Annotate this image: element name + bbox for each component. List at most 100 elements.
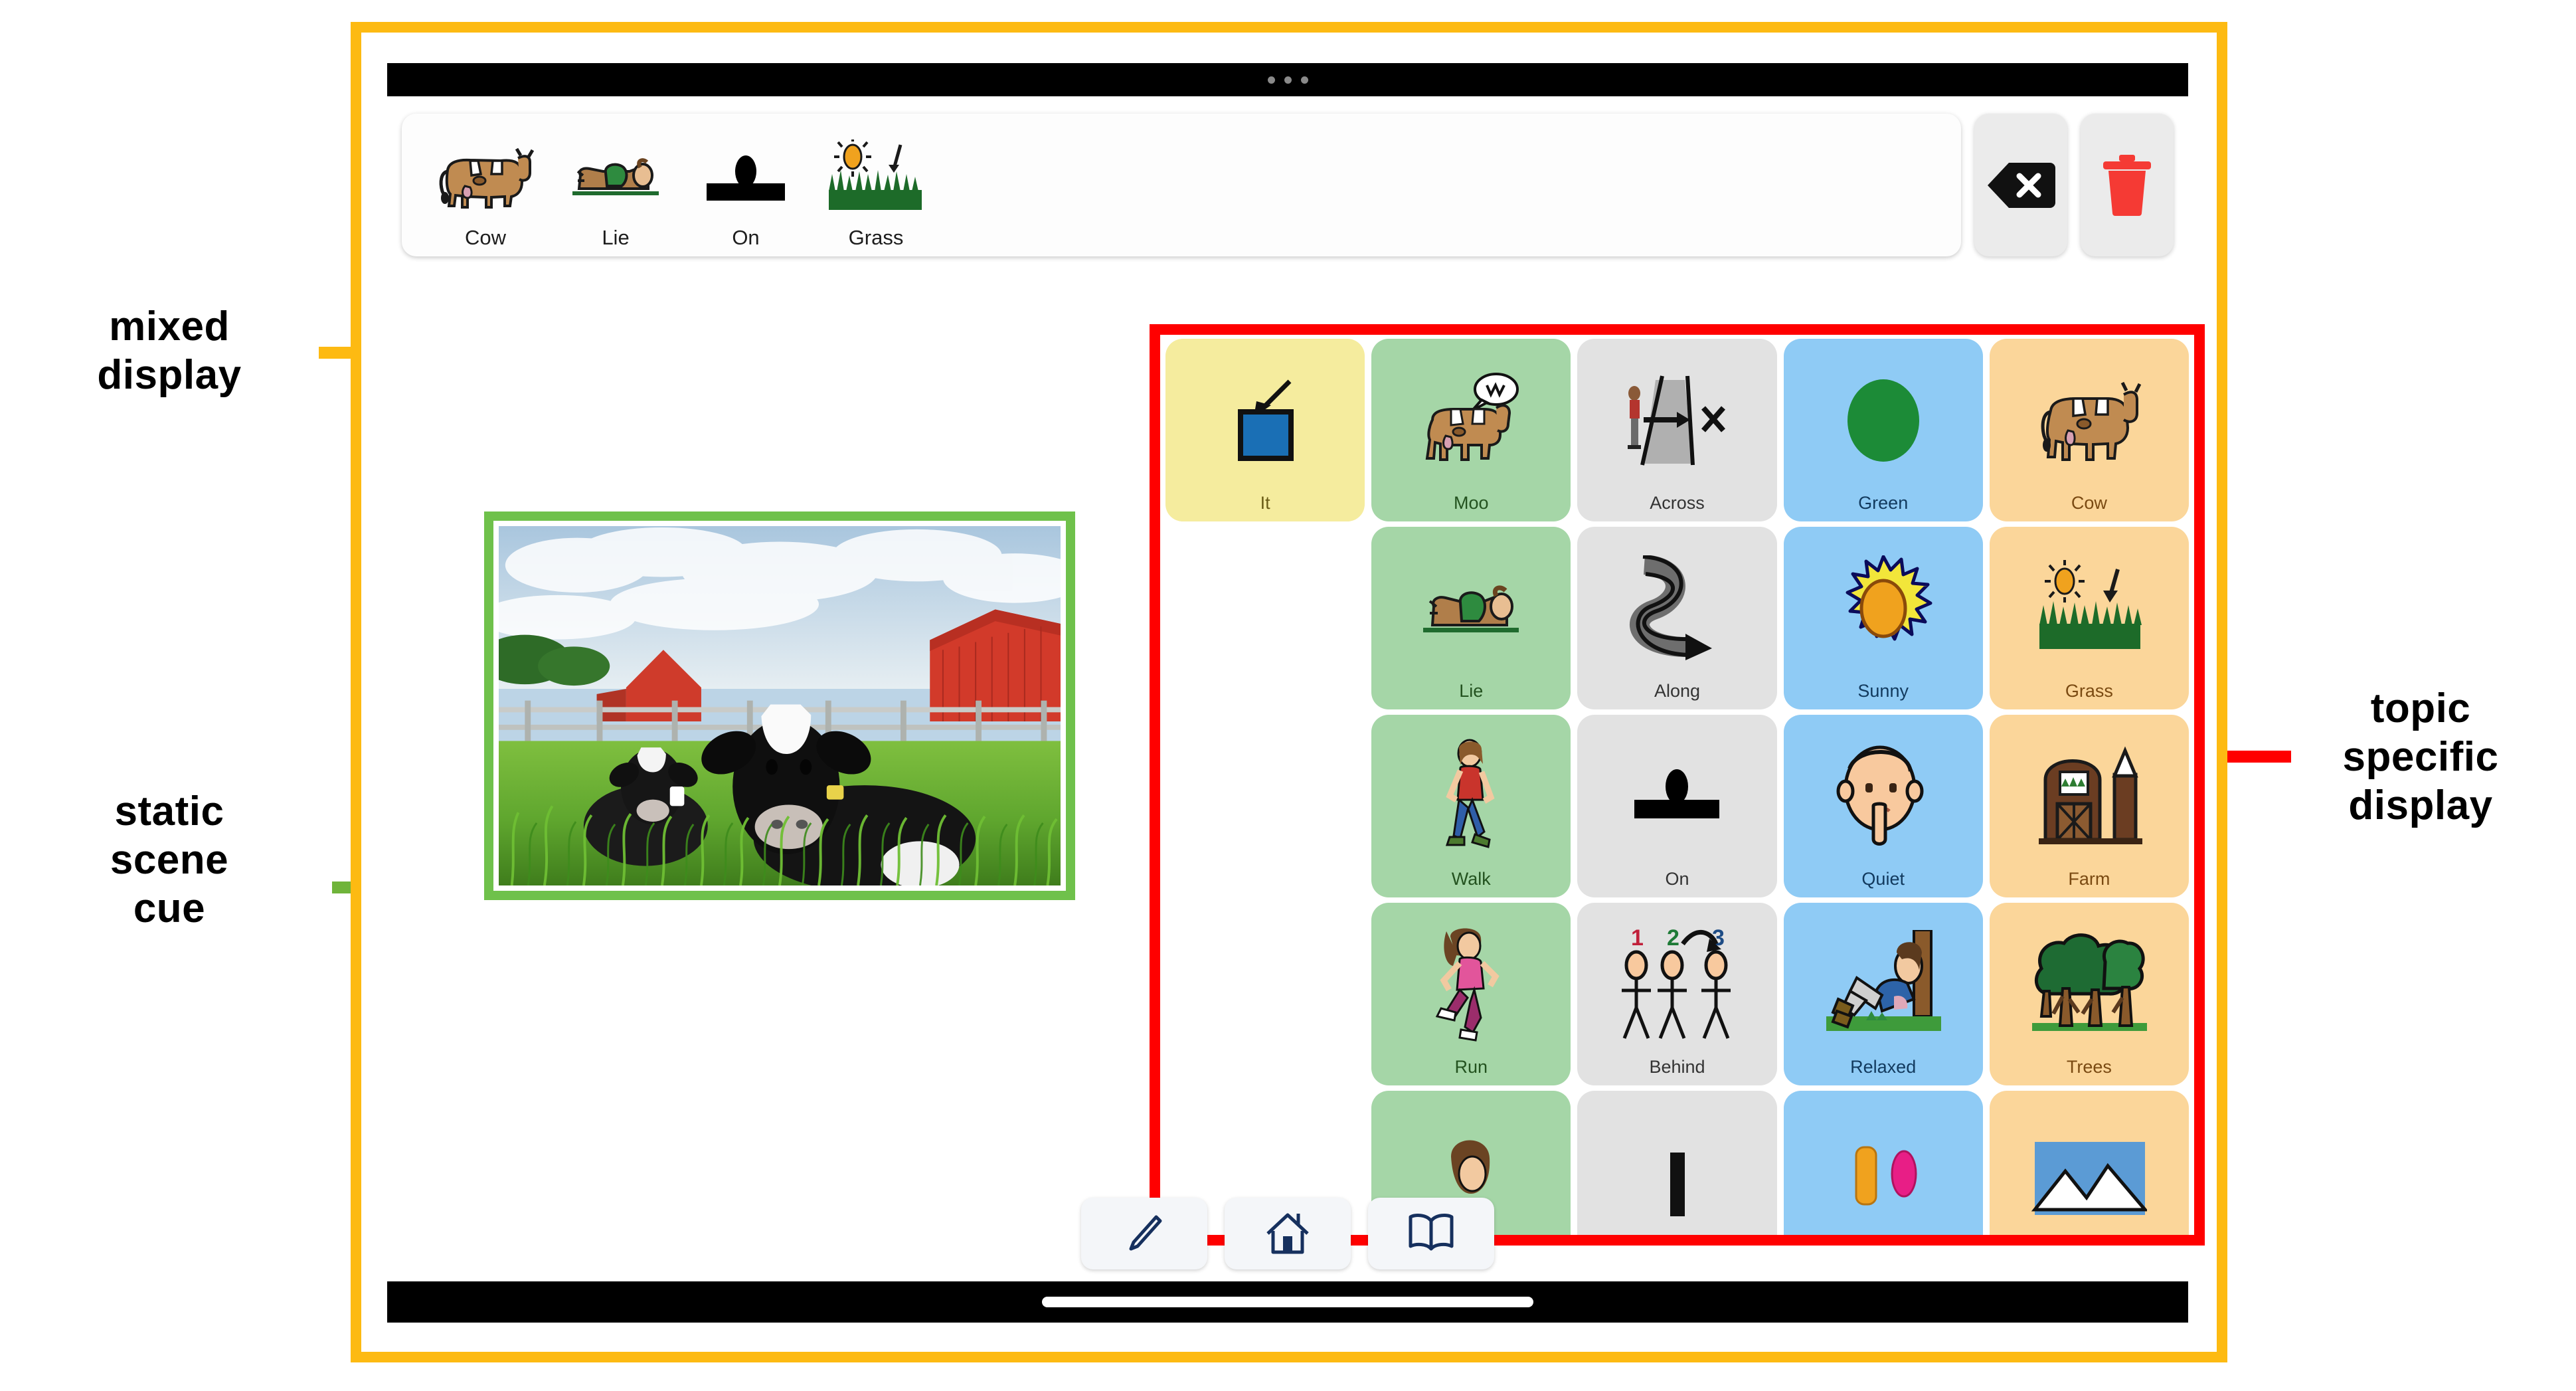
grid-cell-lie[interactable]: Lie [1371, 527, 1571, 709]
trash-icon [2103, 154, 2151, 216]
grid-cell-label: Green [1858, 493, 1909, 513]
grid-cell-farm[interactable]: Farm [1989, 715, 2189, 897]
sun-symbol [1784, 536, 1983, 681]
book-button[interactable] [1368, 1198, 1494, 1269]
sentence-word-label: Cow [464, 226, 506, 249]
mountain-sky-symbol [1990, 1100, 2189, 1235]
sentence-word-lie[interactable]: Lie [551, 127, 681, 250]
status-bar [387, 63, 2188, 96]
grid-cell-row5-prep[interactable] [1577, 1091, 1777, 1235]
annotation-mixed-display-line1: mixed [109, 304, 230, 349]
grid-cell-relaxed[interactable]: Relaxed [1783, 903, 1983, 1085]
sentence-word-cow[interactable]: Cow [420, 127, 551, 250]
green-circle-symbol [1784, 348, 1983, 493]
across-symbol [1577, 348, 1776, 493]
on-symbol [681, 137, 811, 222]
sentence-word-label: On [732, 226, 760, 249]
grid-cell-label: Behind [1649, 1057, 1705, 1077]
grid-cell-label: Quiet [1861, 869, 1905, 889]
cow-speaking-symbol [1371, 348, 1571, 493]
annotation-topic-specific-display: topic specific display [2278, 684, 2563, 830]
clear-button[interactable] [2081, 114, 2174, 256]
grid-cell-label: Walk [1451, 869, 1491, 889]
backspace-icon [1988, 162, 2055, 208]
grid-cell-empty [1165, 903, 1365, 1085]
grid-cell-label: Sunny [1857, 681, 1909, 701]
annotation-topic-specific-display-line1: topic [2370, 686, 2471, 731]
grid-cell-along[interactable]: Along [1577, 527, 1777, 709]
home-indicator[interactable] [1042, 1297, 1533, 1307]
app-body: Cow Lie On Grass It Moo Across Green Cow… [387, 96, 2205, 1281]
grid-cell-label: Farm [2068, 869, 2110, 889]
grid-cell-label: Grass [2065, 681, 2113, 701]
lie-symbol [551, 137, 681, 222]
two-bottles-symbol [1784, 1100, 1983, 1235]
backspace-button[interactable] [1974, 114, 2067, 256]
grid-cell-it[interactable]: It [1165, 339, 1365, 521]
sentence-row: Cow Lie On Grass [402, 114, 2174, 256]
grid-cell-moo[interactable]: Moo [1371, 339, 1571, 521]
shush-face-symbol [1784, 724, 1983, 869]
grid-cell-row5-adj[interactable] [1783, 1091, 1983, 1235]
grid-cell-label: It [1260, 493, 1270, 513]
sentence-word-grass[interactable]: Grass [811, 127, 941, 250]
grid-cell-label: Across [1650, 493, 1705, 513]
annotation-topic-specific-display-line3: display [2348, 783, 2493, 829]
edit-button[interactable] [1081, 1198, 1207, 1269]
trees-symbol [1990, 912, 2189, 1057]
annotation-static-scene-cue-line2: scene [110, 837, 229, 883]
grid-cell-label: Along [1654, 681, 1701, 701]
home-button[interactable] [1225, 1198, 1351, 1269]
winding-road-symbol [1577, 536, 1776, 681]
grid-cell-row5-noun[interactable] [1989, 1091, 2189, 1235]
grid-cell-behind[interactable]: 1 2 3 Behind [1577, 903, 1777, 1085]
running-person-symbol [1371, 912, 1571, 1057]
grid-cell-walk[interactable]: Walk [1371, 715, 1571, 897]
grid-cell-cow[interactable]: Cow [1989, 339, 2189, 521]
grid-cell-empty [1165, 527, 1365, 709]
grid-cell-trees[interactable]: Trees [1989, 903, 2189, 1085]
walking-person-symbol [1371, 724, 1571, 869]
grid-cell-grass[interactable]: Grass [1989, 527, 2189, 709]
blue-square-arrow-symbol [1165, 348, 1365, 493]
sentence-bar[interactable]: Cow Lie On Grass [402, 114, 1961, 256]
cow-symbol [1990, 348, 2189, 493]
grass-symbol [811, 137, 941, 222]
annotation-topic-specific-display-line2: specific [2342, 734, 2499, 781]
scene-photo [499, 526, 1061, 885]
annotation-mixed-display-line2: display [97, 352, 242, 399]
grid-cell-run[interactable]: Run [1371, 903, 1571, 1085]
grid-cell-label: Trees [2066, 1057, 2112, 1077]
bottom-toolbar [1081, 1198, 1494, 1269]
svg-text:1: 1 [1631, 927, 1644, 951]
on-symbol [1577, 724, 1776, 869]
topic-specific-display: It Moo Across Green Cow Lie Along Sunny … [1150, 324, 2205, 1246]
grid-cell-on[interactable]: On [1577, 715, 1777, 897]
home-icon [1266, 1213, 1309, 1254]
svg-text:2: 2 [1667, 927, 1679, 951]
grid-cell-sunny[interactable]: Sunny [1783, 527, 1983, 709]
symbol-grid: It Moo Across Green Cow Lie Along Sunny … [1160, 335, 2194, 1235]
grid-cell-quiet[interactable]: Quiet [1783, 715, 1983, 897]
static-scene-cue[interactable] [484, 511, 1075, 900]
sentence-word-on[interactable]: On [681, 127, 811, 250]
tablet-device: Cow Lie On Grass It Moo Across Green Cow… [387, 63, 2205, 1323]
book-icon [1409, 1214, 1454, 1251]
grid-cell-green[interactable]: Green [1783, 339, 1983, 521]
grid-cell-label: Moo [1454, 493, 1489, 513]
person-resting-tree-symbol [1784, 912, 1983, 1057]
grass-symbol [1990, 536, 2189, 681]
grid-cell-empty [1165, 715, 1365, 897]
grid-cell-label: Cow [2071, 493, 2107, 513]
annotation-static-scene-cue: static scene cue [20, 787, 319, 933]
grid-cell-label: Lie [1459, 681, 1484, 701]
annotation-mixed-display: mixed display [20, 302, 319, 399]
barn-silo-symbol [1990, 724, 2189, 869]
sentence-word-label: Grass [848, 226, 904, 249]
grid-cell-across[interactable]: Across [1577, 339, 1777, 521]
sentence-word-label: Lie [602, 226, 630, 249]
cow-symbol [420, 137, 551, 222]
grid-cell-label: On [1665, 869, 1689, 889]
grid-cell-label: Run [1454, 1057, 1488, 1077]
three-figures-arrow-symbol: 1 2 3 [1577, 912, 1776, 1057]
